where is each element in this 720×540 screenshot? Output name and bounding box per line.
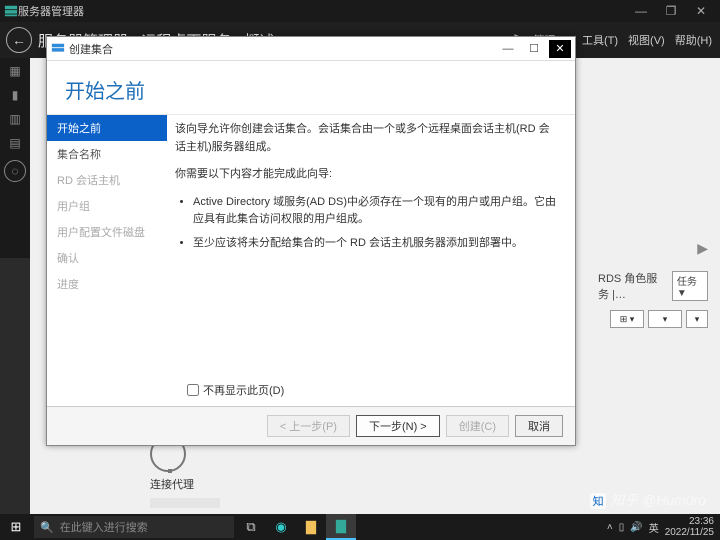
main-window-title: 服务器管理器 (18, 3, 626, 19)
rds-role-panel: RDS 角色服务 |… 任务 ▼ ⊞ ▾ ▾ ▾ (598, 270, 708, 328)
menu-tools[interactable]: 工具(T) (582, 32, 618, 48)
requirement-item: Active Directory 域服务(AD DS)中必须存在一个现有的用户或… (193, 194, 559, 229)
wizard-need-intro: 你需要以下内容才能完成此向导: (175, 166, 559, 184)
wizard-main-text: 该向导允许你创建会话集合。会话集合由一个或多个远程桌面会话主机(RD 会话主机)… (167, 115, 575, 378)
start-button[interactable]: ⊞ (0, 514, 32, 540)
search-icon: 🔍 (40, 521, 54, 534)
tray-sound-icon[interactable]: 🔊 (630, 522, 642, 533)
wizard-icon (51, 42, 65, 56)
prev-button: < 上一步(P) (267, 415, 350, 437)
nav-dashboard-icon[interactable]: ▦ (7, 64, 23, 78)
wizard-intro: 该向导允许你创建会话集合。会话集合由一个或多个远程桌面会话主机(RD 会话主机)… (175, 121, 559, 156)
dont-show-row: 不再显示此页(D) (47, 378, 575, 406)
tray-network-icon[interactable]: ▯ (619, 522, 625, 533)
tasks-dropdown[interactable]: 任务 ▼ (672, 271, 708, 301)
main-window-titlebar: 服务器管理器 — ❐ ✕ (0, 0, 720, 22)
wizard-body: 开始之前 集合名称 RD 会话主机 用户组 用户配置文件磁盘 确认 进度 该向导… (47, 114, 575, 378)
connection-broker-label: 连接代理 (150, 476, 220, 492)
wizard-requirements-list: Active Directory 域服务(AD DS)中必须存在一个现有的用户或… (175, 194, 559, 253)
step-collection-name[interactable]: 集合名称 (47, 141, 167, 167)
system-tray: ˄ ▯ 🔊 英 23:36 2022/11/25 (601, 516, 720, 538)
step-user-profile-disks: 用户配置文件磁盘 (47, 219, 167, 245)
dont-show-checkbox[interactable] (187, 384, 199, 396)
create-collection-wizard: 创建集合 — ☐ ✕ 开始之前 开始之前 集合名称 RD 会话主机 用户组 用户… (46, 36, 576, 446)
connection-broker-tile: 连接代理 (150, 436, 220, 508)
main-close-button[interactable]: ✕ (686, 0, 716, 22)
scroll-right-icon[interactable]: ▶ (697, 240, 708, 257)
next-button[interactable]: 下一步(N) > (356, 415, 440, 437)
edge-icon[interactable]: ◉ (266, 514, 296, 540)
requirement-item: 至少应该将未分配给集合的一个 RD 会话主机服务器添加到部署中。 (193, 235, 559, 253)
taskbar-clock[interactable]: 23:36 2022/11/25 (665, 516, 714, 538)
tool-button[interactable]: ▾ (686, 310, 708, 328)
clock-time: 23:36 (665, 516, 714, 527)
nav-rds-icon[interactable]: ◌ (4, 160, 26, 182)
create-button: 创建(C) (446, 415, 509, 437)
taskbar: ⊞ 🔍 在此键入进行搜索 ⧉ ◉ ▇ ▇ ˄ ▯ 🔊 英 23:36 2022/… (0, 514, 720, 540)
wizard-heading-area: 开始之前 (47, 61, 575, 114)
explorer-icon[interactable]: ▇ (296, 514, 326, 540)
server-manager-icon (4, 4, 18, 18)
left-nav: ▦ ▮ ▥ ▤ ◌ (0, 58, 30, 258)
tray-up-icon[interactable]: ˄ (607, 522, 613, 533)
taskbar-search[interactable]: 🔍 在此键入进行搜索 (34, 516, 234, 538)
dont-show-label: 不再显示此页(D) (203, 382, 284, 398)
nav-file-icon[interactable]: ▤ (7, 136, 23, 150)
wizard-steps: 开始之前 集合名称 RD 会话主机 用户组 用户配置文件磁盘 确认 进度 (47, 115, 167, 378)
wizard-button-row: < 上一步(P) 下一步(N) > 创建(C) 取消 (47, 406, 575, 445)
wizard-maximize-button[interactable]: ☐ (521, 39, 547, 59)
wizard-close-button[interactable]: ✕ (549, 40, 571, 58)
cancel-button[interactable]: 取消 (515, 415, 563, 437)
nav-local-icon[interactable]: ▮ (7, 88, 23, 102)
wizard-title: 创建集合 (69, 41, 495, 57)
placeholder-row (150, 498, 220, 508)
search-placeholder: 在此键入进行搜索 (60, 519, 148, 535)
step-confirm: 确认 (47, 245, 167, 271)
wizard-minimize-button[interactable]: — (495, 39, 521, 59)
menu-help[interactable]: 帮助(H) (675, 32, 712, 48)
clock-date: 2022/11/25 (665, 527, 714, 538)
main-minimize-button[interactable]: — (626, 0, 656, 22)
task-view-icon[interactable]: ⧉ (236, 514, 266, 540)
menu-view[interactable]: 视图(V) (628, 32, 665, 48)
step-rd-session-host: RD 会话主机 (47, 167, 167, 193)
step-before-you-begin[interactable]: 开始之前 (47, 115, 167, 141)
nav-all-icon[interactable]: ▥ (7, 112, 23, 126)
main-maximize-button[interactable]: ❐ (656, 0, 686, 22)
back-button[interactable]: ← (6, 27, 32, 53)
wizard-heading: 开始之前 (65, 75, 557, 104)
wizard-titlebar: 创建集合 — ☐ ✕ (47, 37, 575, 61)
step-user-groups: 用户组 (47, 193, 167, 219)
step-progress: 进度 (47, 271, 167, 297)
rds-role-label: RDS 角色服务 |… (598, 270, 668, 302)
view-mode-button[interactable]: ⊞ ▾ (610, 310, 644, 328)
server-manager-taskbar-icon[interactable]: ▇ (326, 514, 356, 540)
tray-ime-icon[interactable]: 英 (649, 520, 659, 535)
filter-button[interactable]: ▾ (648, 310, 682, 328)
